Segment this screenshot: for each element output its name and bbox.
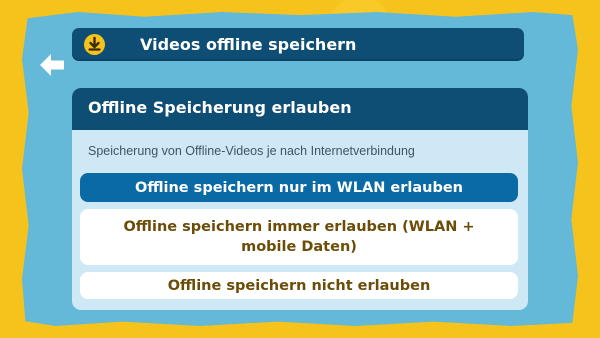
back-arrow-icon	[40, 54, 64, 76]
page-title: Videos offline speichern	[140, 35, 357, 54]
option-label: Offline speichern immer erlauben (WLAN +…	[123, 219, 475, 255]
option-wlan-only[interactable]: Offline speichern nur im WLAN erlauben	[80, 173, 518, 202]
option-label: Offline speichern nicht erlauben	[167, 277, 431, 294]
download-icon	[84, 34, 105, 55]
back-button[interactable]	[38, 52, 66, 78]
settings-card-title: Offline Speicherung erlauben	[88, 98, 352, 117]
settings-card-header: Offline Speicherung erlauben	[72, 88, 528, 130]
page-header: Videos offline speichern	[72, 28, 524, 61]
option-always[interactable]: Offline speichern immer erlauben (WLAN +…	[80, 209, 518, 265]
settings-description: Speicherung von Offline-Videos je nach I…	[88, 144, 415, 158]
settings-card: Offline Speicherung erlauben Speicherung…	[72, 88, 528, 310]
option-never[interactable]: Offline speichern nicht erlauben	[80, 272, 518, 299]
option-label: Offline speichern nur im WLAN erlauben	[135, 179, 463, 196]
